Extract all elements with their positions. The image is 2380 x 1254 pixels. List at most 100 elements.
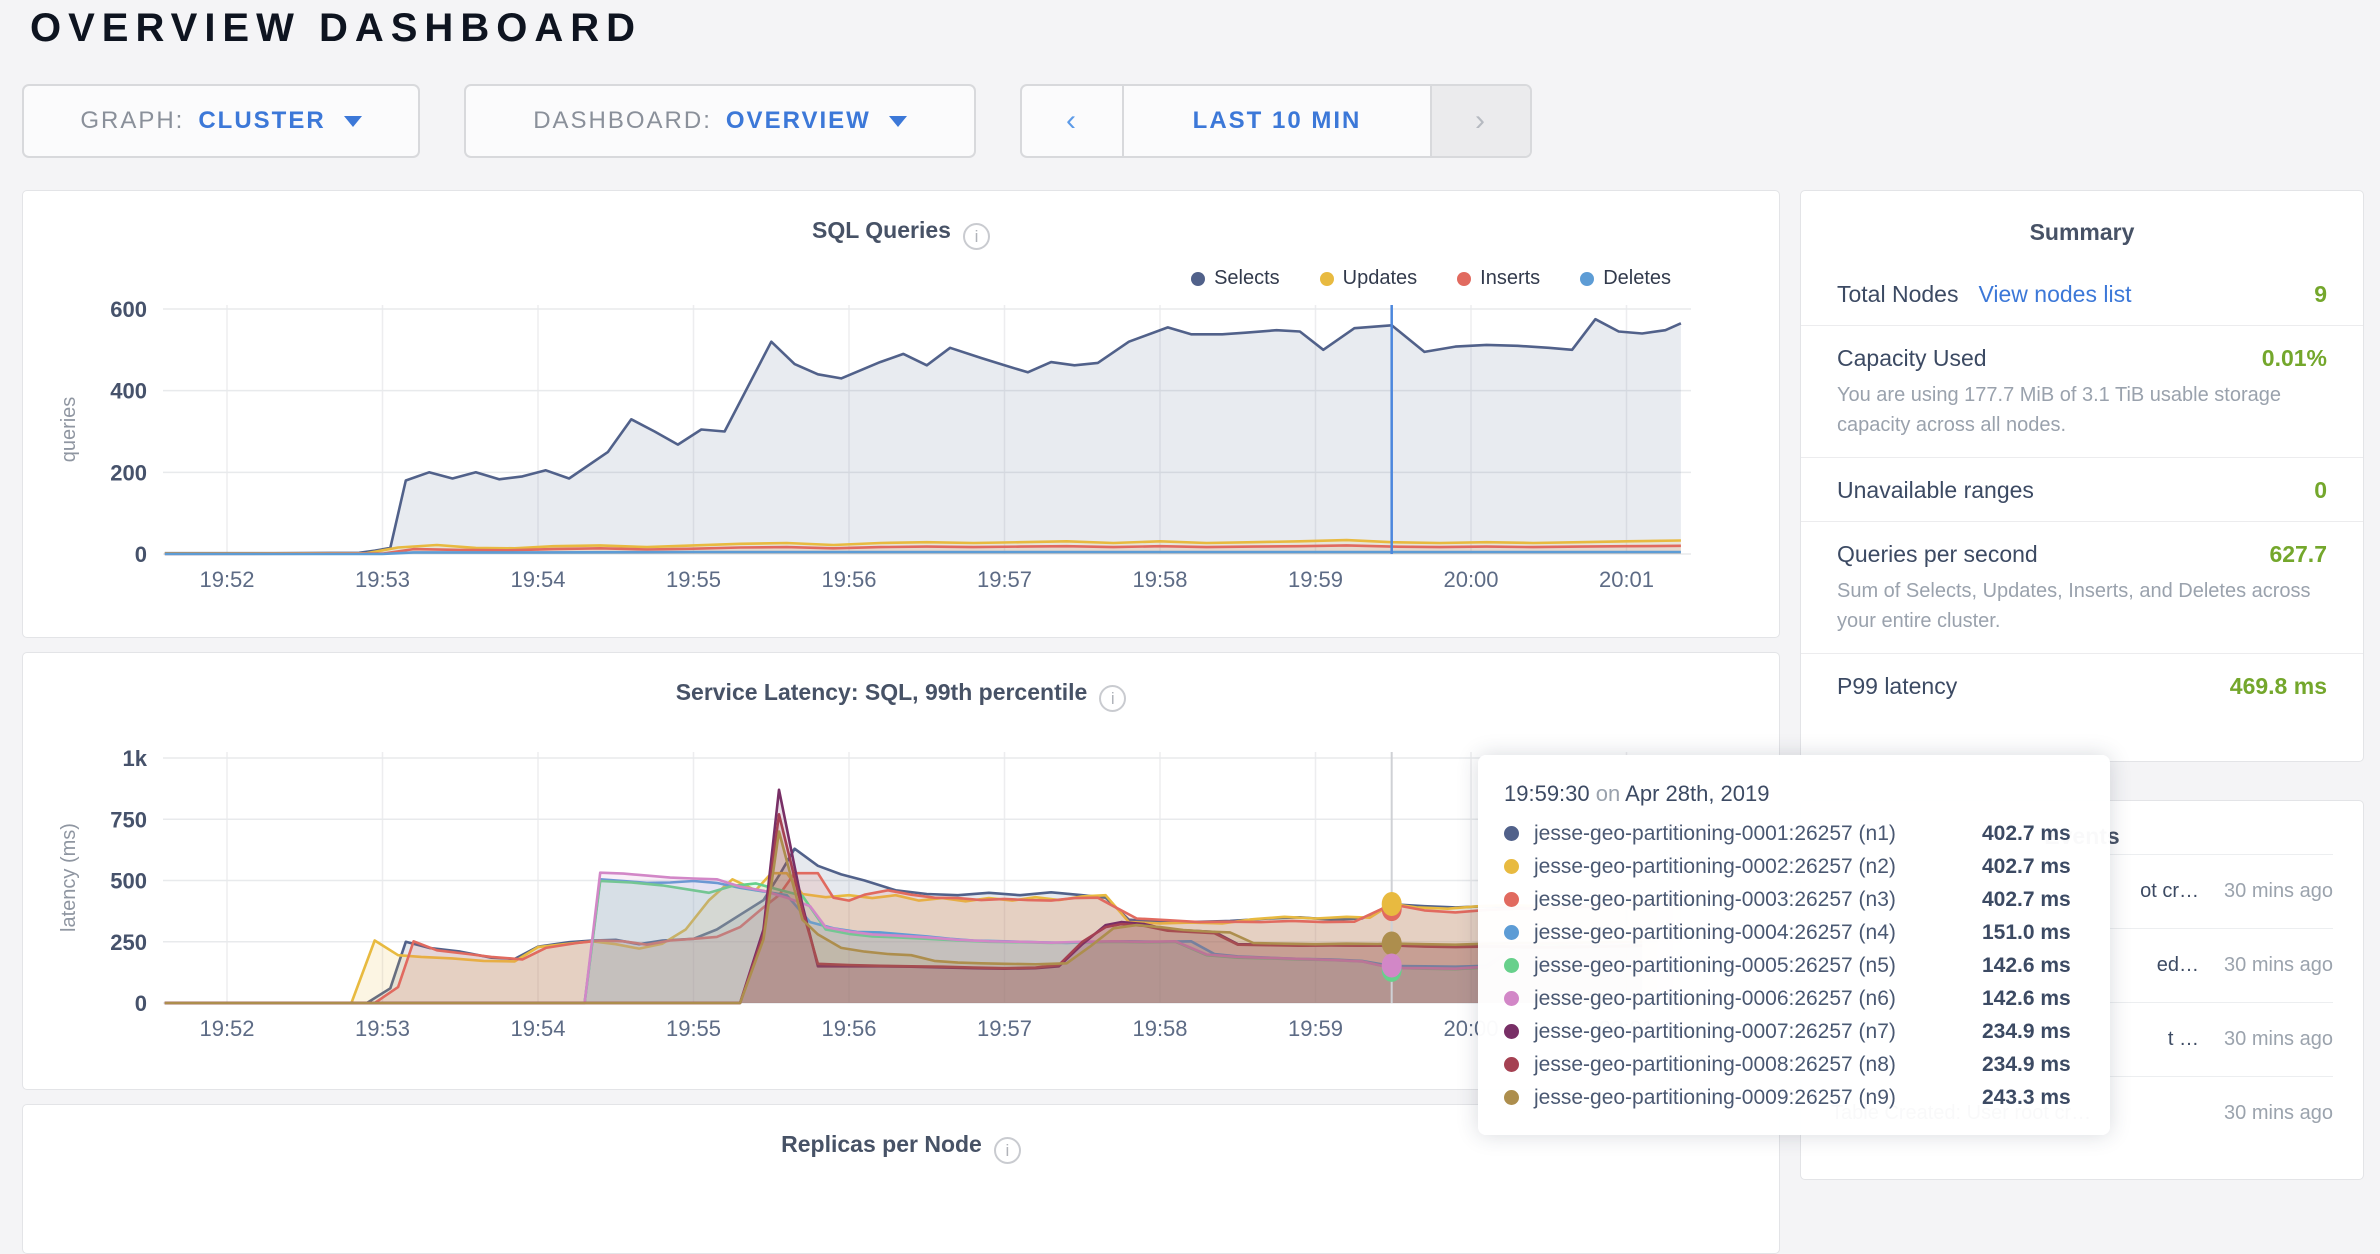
sql-queries-card: SQL Queriesi Selects Updates Inserts Del… xyxy=(22,190,1780,638)
chevron-right-icon: › xyxy=(1475,104,1487,138)
svg-text:19:59: 19:59 xyxy=(1288,1016,1343,1041)
tooltip-node-row: jesse-geo-partitioning-0006:26257 (n6) 1… xyxy=(1502,982,2086,1015)
node-latency-value: 402.7 ms xyxy=(1982,888,2071,912)
node-latency-value: 142.6 ms xyxy=(1982,987,2071,1011)
p99-latency-value: 469.8 ms xyxy=(2230,673,2327,700)
dashboard-dropdown[interactable]: DASHBOARD: OVERVIEW xyxy=(464,84,976,158)
node-address: jesse-geo-partitioning-0009:26257 (n9) xyxy=(1534,1086,1982,1110)
node-address: jesse-geo-partitioning-0001:26257 (n1) xyxy=(1534,822,1982,846)
svg-text:19:56: 19:56 xyxy=(821,1016,876,1041)
node-address: jesse-geo-partitioning-0007:26257 (n7) xyxy=(1534,1020,1982,1044)
info-icon[interactable]: i xyxy=(994,1137,1021,1164)
dashboard-controls: GRAPH: CLUSTER DASHBOARD: OVERVIEW ‹ LAS… xyxy=(22,84,1532,158)
event-timestamp: 30 mins ago xyxy=(2221,877,2333,906)
node-address: jesse-geo-partitioning-0008:26257 (n8) xyxy=(1534,1053,1982,1077)
time-range-button[interactable]: LAST 10 MIN xyxy=(1124,86,1430,156)
event-timestamp: 30 mins ago xyxy=(2221,1025,2333,1054)
view-nodes-list-link[interactable]: View nodes list xyxy=(1978,281,2131,308)
total-nodes-label: Total Nodes xyxy=(1837,281,1958,308)
graph-dropdown-label: GRAPH: xyxy=(80,107,184,135)
svg-text:19:57: 19:57 xyxy=(977,567,1032,592)
node-color-dot-icon xyxy=(1504,859,1519,874)
node-latency-value: 243.3 ms xyxy=(1982,1086,2071,1110)
svg-text:250: 250 xyxy=(110,930,147,955)
graph-dropdown-value: CLUSTER xyxy=(198,107,325,135)
svg-text:19:55: 19:55 xyxy=(666,567,721,592)
svg-text:20:01: 20:01 xyxy=(1599,567,1654,592)
chevron-left-icon: ‹ xyxy=(1066,104,1078,138)
capacity-used-value: 0.01% xyxy=(2262,345,2327,372)
qps-description: Sum of Selects, Updates, Inserts, and De… xyxy=(1837,576,2327,636)
time-prev-button[interactable]: ‹ xyxy=(1022,86,1124,156)
event-timestamp: 30 mins ago xyxy=(2221,1099,2333,1128)
node-latency-value: 234.9 ms xyxy=(1982,1053,2071,1077)
graph-dropdown[interactable]: GRAPH: CLUSTER xyxy=(22,84,420,158)
tooltip-node-row: jesse-geo-partitioning-0008:26257 (n8) 2… xyxy=(1502,1048,2086,1081)
node-latency-value: 234.9 ms xyxy=(1982,1020,2071,1044)
svg-text:600: 600 xyxy=(110,297,147,322)
capacity-used-description: You are using 177.7 MiB of 3.1 TiB usabl… xyxy=(1837,380,2327,440)
tooltip-time: 19:59:30 xyxy=(1504,781,1590,806)
node-latency-value: 402.7 ms xyxy=(1982,822,2071,846)
svg-text:750: 750 xyxy=(110,807,147,832)
svg-text:19:58: 19:58 xyxy=(1132,567,1187,592)
svg-text:200: 200 xyxy=(110,460,147,485)
tooltip-node-row: jesse-geo-partitioning-0005:26257 (n5) 1… xyxy=(1502,949,2086,982)
svg-text:latency (ms): latency (ms) xyxy=(58,823,80,932)
time-range-label: LAST 10 MIN xyxy=(1193,107,1362,135)
svg-text:19:54: 19:54 xyxy=(510,1016,565,1041)
svg-text:20:00: 20:00 xyxy=(1443,567,1498,592)
tooltip-node-row: jesse-geo-partitioning-0002:26257 (n2) 4… xyxy=(1502,850,2086,883)
svg-text:19:55: 19:55 xyxy=(666,1016,721,1041)
chevron-down-icon xyxy=(889,116,907,127)
chevron-down-icon xyxy=(344,116,362,127)
svg-text:19:58: 19:58 xyxy=(1132,1016,1187,1041)
tooltip-on: on xyxy=(1596,781,1620,806)
node-color-dot-icon xyxy=(1504,826,1519,841)
unavailable-ranges-value: 0 xyxy=(2314,477,2327,504)
svg-text:19:53: 19:53 xyxy=(355,1016,410,1041)
tooltip-node-list: jesse-geo-partitioning-0001:26257 (n1) 4… xyxy=(1502,817,2086,1114)
node-color-dot-icon xyxy=(1504,991,1519,1006)
page-title: OVERVIEW DASHBOARD xyxy=(30,6,642,51)
summary-row-capacity: Capacity Used 0.01% You are using 177.7 … xyxy=(1801,326,2363,458)
qps-label: Queries per second xyxy=(1837,541,2038,568)
chart-hover-tooltip: 19:59:30 on Apr 28th, 2019 jesse-geo-par… xyxy=(1478,755,2110,1135)
node-address: jesse-geo-partitioning-0002:26257 (n2) xyxy=(1534,855,1982,879)
time-next-button-disabled[interactable]: › xyxy=(1430,86,1530,156)
node-address: jesse-geo-partitioning-0005:26257 (n5) xyxy=(1534,954,1982,978)
dashboard-dropdown-label: DASHBOARD: xyxy=(533,107,712,135)
summary-row-qps: Queries per second 627.7 Sum of Selects,… xyxy=(1801,522,2363,654)
node-latency-value: 142.6 ms xyxy=(1982,954,2071,978)
svg-text:500: 500 xyxy=(110,869,147,894)
sql-queries-chart[interactable]: 19:5219:5319:5419:5519:5619:5719:5819:59… xyxy=(23,191,1781,637)
tooltip-node-row: jesse-geo-partitioning-0003:26257 (n3) 4… xyxy=(1502,883,2086,916)
svg-text:19:56: 19:56 xyxy=(821,567,876,592)
summary-row-p99: P99 latency 469.8 ms xyxy=(1801,654,2363,717)
node-address: jesse-geo-partitioning-0006:26257 (n6) xyxy=(1534,987,1982,1011)
summary-row-unavailable-ranges: Unavailable ranges 0 xyxy=(1801,458,2363,522)
svg-text:19:52: 19:52 xyxy=(199,1016,254,1041)
svg-text:0: 0 xyxy=(135,542,147,567)
node-color-dot-icon xyxy=(1504,1090,1519,1105)
tooltip-node-row: jesse-geo-partitioning-0007:26257 (n7) 2… xyxy=(1502,1015,2086,1048)
unavailable-ranges-label: Unavailable ranges xyxy=(1837,477,2034,504)
time-range-pager: ‹ LAST 10 MIN › xyxy=(1020,84,1532,158)
event-timestamp: 30 mins ago xyxy=(2221,951,2333,980)
node-address: jesse-geo-partitioning-0003:26257 (n3) xyxy=(1534,888,1982,912)
node-address: jesse-geo-partitioning-0004:26257 (n4) xyxy=(1534,921,1982,945)
tooltip-date: Apr 28th, 2019 xyxy=(1625,781,1769,806)
tooltip-node-row: jesse-geo-partitioning-0004:26257 (n4) 1… xyxy=(1502,916,2086,949)
node-color-dot-icon xyxy=(1504,1024,1519,1039)
svg-text:19:54: 19:54 xyxy=(510,567,565,592)
tooltip-node-row: jesse-geo-partitioning-0009:26257 (n9) 2… xyxy=(1502,1081,2086,1114)
tooltip-timestamp: 19:59:30 on Apr 28th, 2019 xyxy=(1502,781,2086,807)
node-color-dot-icon xyxy=(1504,892,1519,907)
p99-latency-label: P99 latency xyxy=(1837,673,1957,700)
summary-panel: Summary Total Nodes View nodes list 9 Ca… xyxy=(1800,190,2364,762)
svg-text:1k: 1k xyxy=(123,746,148,771)
tooltip-node-row: jesse-geo-partitioning-0001:26257 (n1) 4… xyxy=(1502,817,2086,850)
node-color-dot-icon xyxy=(1504,925,1519,940)
capacity-used-label: Capacity Used xyxy=(1837,345,1987,372)
svg-text:19:53: 19:53 xyxy=(355,567,410,592)
